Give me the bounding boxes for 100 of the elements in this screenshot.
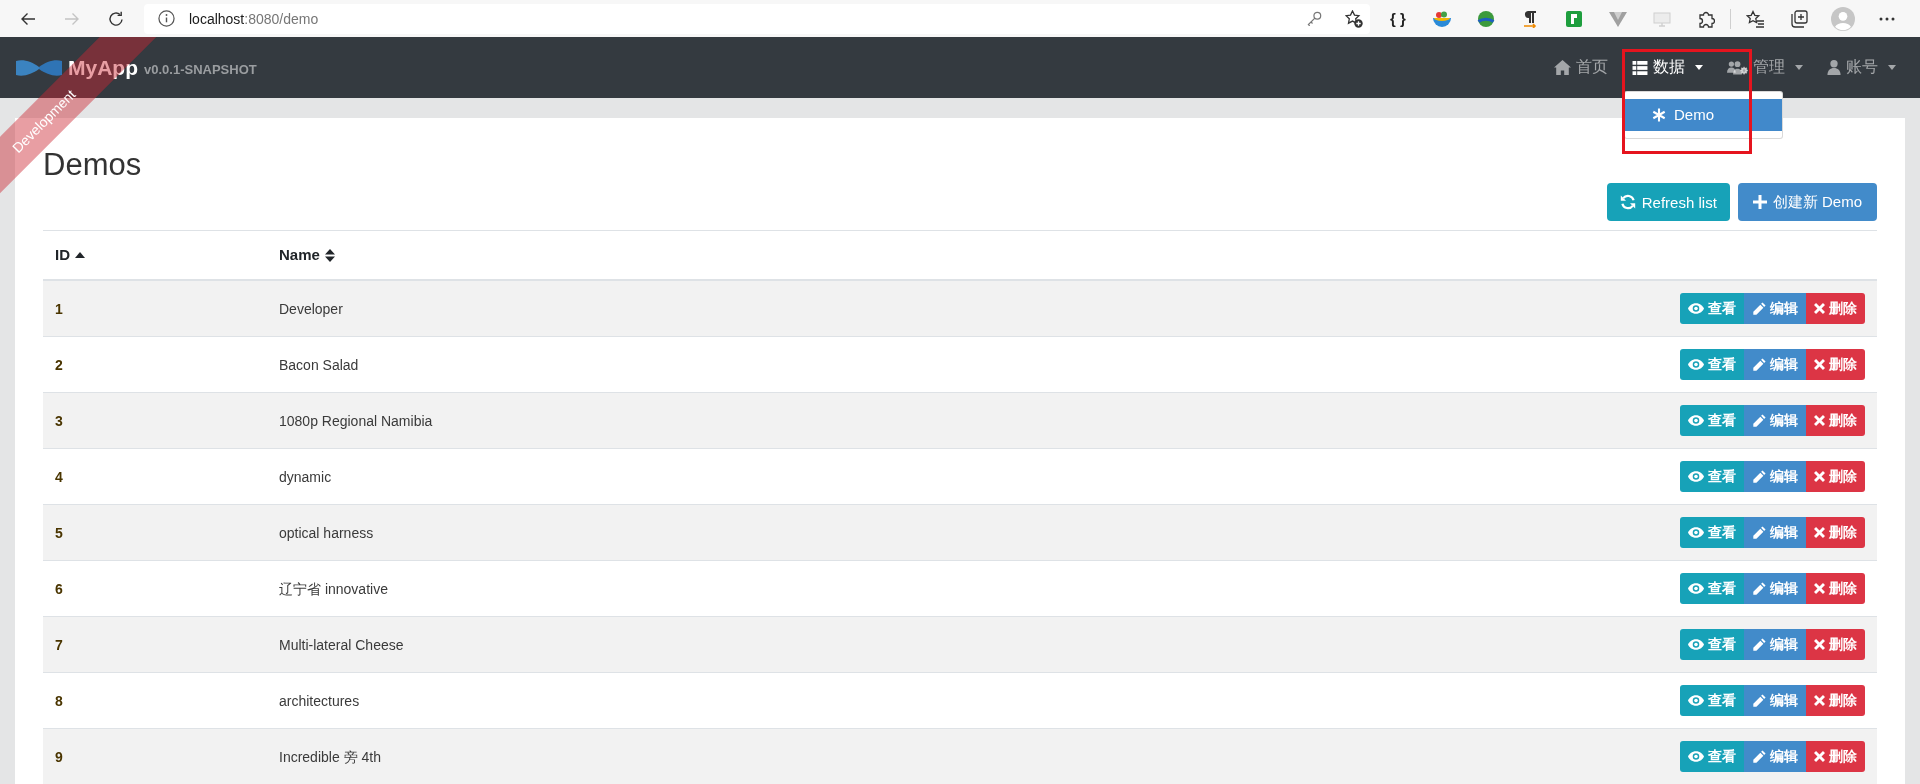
cross-icon <box>1814 695 1825 706</box>
cross-icon <box>1814 639 1825 650</box>
row-name: 辽宁省 innovative <box>279 580 388 597</box>
cross-icon <box>1814 583 1825 594</box>
view-button[interactable]: 查看 <box>1680 293 1744 324</box>
view-button[interactable]: 查看 <box>1680 741 1744 772</box>
eye-icon <box>1688 471 1704 482</box>
row-id: 9 <box>55 748 63 765</box>
reload-icon[interactable] <box>108 10 124 27</box>
delete-button[interactable]: 删除 <box>1806 629 1865 660</box>
nav-link[interactable]: 数据 <box>1632 52 1703 83</box>
delete-button[interactable]: 删除 <box>1806 741 1865 772</box>
row-id: 8 <box>55 692 63 709</box>
row-id: 5 <box>55 524 63 541</box>
cross-icon <box>1814 415 1825 426</box>
plus-icon <box>1752 195 1767 209</box>
favorite-add-icon[interactable] <box>1345 9 1363 28</box>
row-name: Incredible 旁 4th <box>279 748 381 765</box>
row-name: optical harness <box>279 524 374 541</box>
edit-button[interactable]: 编辑 <box>1744 573 1806 604</box>
nav-link[interactable]: 管理 <box>1727 52 1803 83</box>
edit-button[interactable]: 编辑 <box>1744 349 1806 380</box>
edit-button[interactable]: 编辑 <box>1744 405 1806 436</box>
edit-button[interactable]: 编辑 <box>1744 517 1806 548</box>
cross-icon <box>1814 471 1825 482</box>
delete-button[interactable]: 删除 <box>1806 349 1865 380</box>
nav-link[interactable]: 首页 <box>1554 52 1608 83</box>
tile-icon[interactable] <box>1565 9 1583 28</box>
row-name: dynamic <box>279 468 332 485</box>
puzzle-icon[interactable] <box>1697 9 1715 28</box>
delete-button[interactable]: 删除 <box>1806 461 1865 492</box>
bowl-icon[interactable] <box>1433 9 1451 28</box>
delete-button[interactable]: 删除 <box>1806 517 1865 548</box>
address-field[interactable]: localhost:8080/demo <box>144 3 1370 34</box>
view-button[interactable]: 查看 <box>1680 461 1744 492</box>
edit-button[interactable]: 编辑 <box>1744 741 1806 772</box>
eye-icon <box>1688 303 1704 314</box>
delete-button[interactable]: 删除 <box>1806 293 1865 324</box>
delete-button[interactable]: 删除 <box>1806 573 1865 604</box>
asterisk-icon <box>1652 107 1666 122</box>
pencil-icon <box>1752 693 1766 708</box>
edit-button[interactable]: 编辑 <box>1744 293 1806 324</box>
view-button[interactable]: 查看 <box>1680 517 1744 548</box>
extension-button[interactable]: { } <box>1390 10 1406 27</box>
eye-icon <box>1688 639 1704 650</box>
eye-icon <box>1688 415 1704 426</box>
edit-button[interactable]: 编辑 <box>1744 629 1806 660</box>
key-icon[interactable] <box>1307 11 1322 26</box>
globe-icon[interactable] <box>1477 9 1495 28</box>
nav-link[interactable]: 账号 <box>1827 52 1896 83</box>
eye-icon <box>1688 583 1704 594</box>
column-header[interactable]: ID <box>55 245 85 265</box>
delete-button[interactable]: 删除 <box>1806 405 1865 436</box>
row-name: Bacon Salad <box>279 356 359 373</box>
row-id: 2 <box>55 356 63 373</box>
view-button[interactable]: 查看 <box>1680 573 1744 604</box>
row-name: 1080p Regional Namibia <box>279 412 433 429</box>
info-icon[interactable] <box>158 10 175 27</box>
more-icon[interactable] <box>1879 16 1895 21</box>
pencil-icon <box>1752 357 1766 372</box>
list-icon <box>1632 60 1648 75</box>
collections-icon[interactable] <box>1790 9 1808 28</box>
delete-button[interactable]: 删除 <box>1806 685 1865 716</box>
cross-icon <box>1814 527 1825 538</box>
logo-icon[interactable] <box>16 57 62 78</box>
view-button[interactable]: 查看 <box>1680 405 1744 436</box>
pencil-icon <box>1752 301 1766 316</box>
row-id: 6 <box>55 580 63 597</box>
pencil-icon <box>1752 637 1766 652</box>
pencil-icon <box>1752 525 1766 540</box>
cross-icon <box>1814 303 1825 314</box>
refresh-icon <box>1619 194 1636 210</box>
row-id: 7 <box>55 636 63 653</box>
eye-icon <box>1688 695 1704 706</box>
paragraph-icon[interactable] <box>1522 9 1538 28</box>
column-header[interactable]: Name <box>279 245 335 265</box>
eye-icon <box>1688 751 1704 762</box>
cross-icon <box>1814 359 1825 370</box>
row-name: architectures <box>279 692 360 709</box>
home-icon <box>1554 60 1571 75</box>
menu-item[interactable]: Demo <box>1625 98 1782 131</box>
cross-icon <box>1814 751 1825 762</box>
eye-icon <box>1688 527 1704 538</box>
back-icon[interactable] <box>20 10 36 27</box>
refresh-button[interactable]: Refresh list <box>1606 183 1730 221</box>
row-id: 4 <box>55 468 63 485</box>
pencil-icon <box>1752 581 1766 596</box>
view-button[interactable]: 查看 <box>1680 685 1744 716</box>
eye-icon <box>1688 359 1704 370</box>
edit-button[interactable]: 编辑 <box>1744 685 1806 716</box>
view-button[interactable]: 查看 <box>1680 629 1744 660</box>
row-id: 3 <box>55 412 63 429</box>
pencil-icon <box>1752 469 1766 484</box>
edit-button[interactable]: 编辑 <box>1744 461 1806 492</box>
create-button[interactable]: 创建新 Demo <box>1737 183 1877 221</box>
pencil-icon <box>1752 413 1766 428</box>
row-name: Multi-lateral Cheese <box>279 636 404 653</box>
user-icon <box>1827 60 1841 75</box>
view-button[interactable]: 查看 <box>1680 349 1744 380</box>
favorites-icon[interactable] <box>1745 9 1765 28</box>
